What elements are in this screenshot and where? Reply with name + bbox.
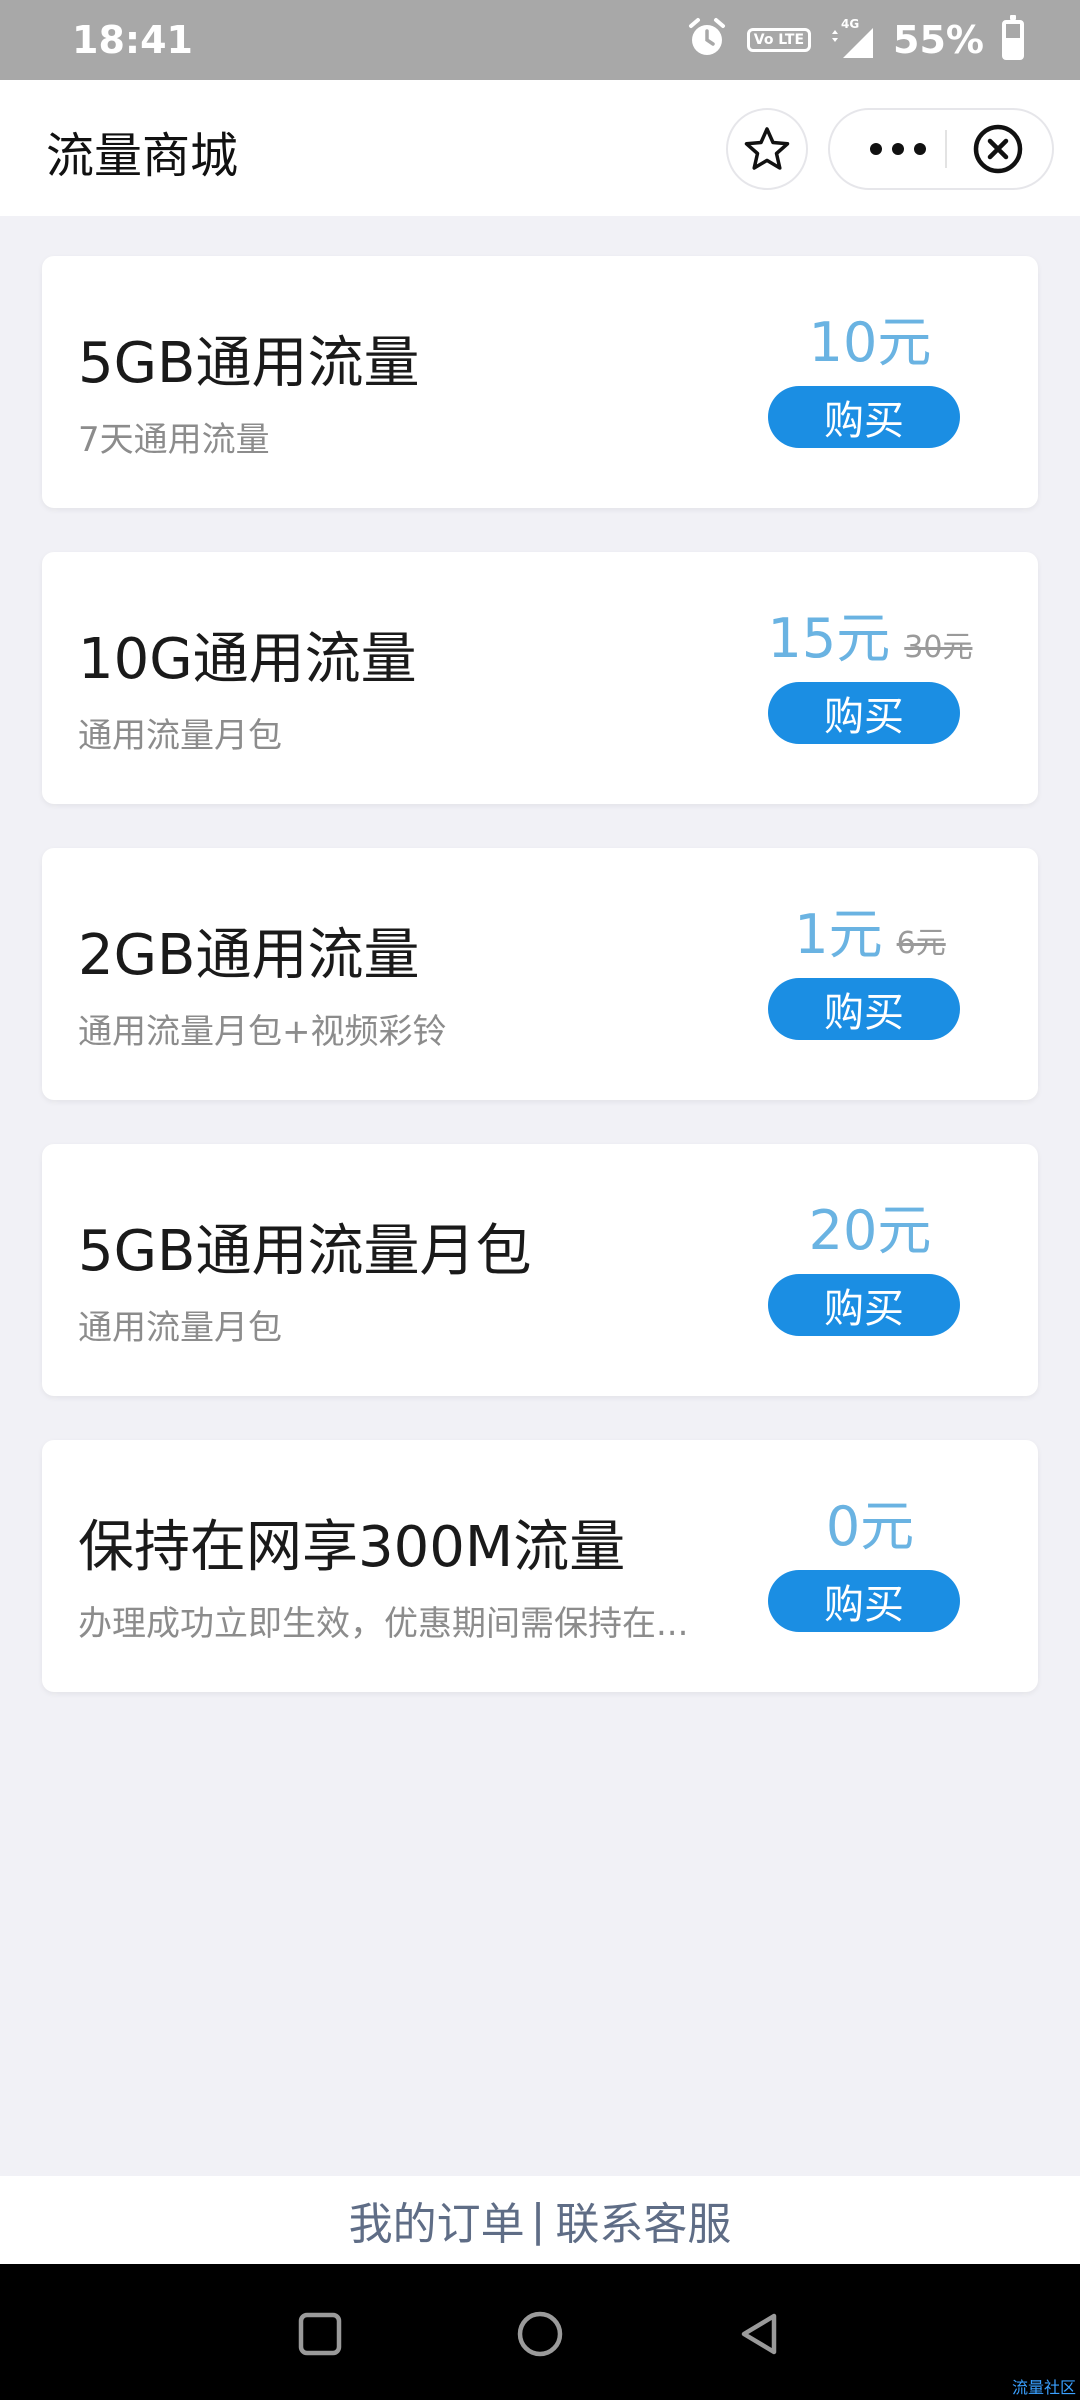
status-time: 18:41 — [72, 18, 193, 62]
buy-button[interactable]: 购买 — [768, 1274, 960, 1336]
product-list: 5GB通用流量 7天通用流量 10元 购买 10G通用流量 通用流量月包 15元… — [42, 256, 1038, 1736]
more-button[interactable] — [850, 110, 946, 188]
header: 流量商城 — [0, 80, 1080, 216]
battery-percent: 55% — [893, 18, 984, 62]
product-name: 2GB通用流量 — [78, 923, 420, 988]
price-area: 15元 30元 — [730, 594, 1010, 673]
footer-links: 我的订单 | 联系客服 — [0, 2176, 1080, 2264]
volte-icon: Vo LTE — [746, 28, 812, 52]
original-price: 6元 — [896, 926, 946, 961]
product-price: 15元 — [767, 607, 891, 670]
product-price: 0元 — [825, 1495, 915, 1558]
original-price: 30元 — [904, 630, 973, 665]
back-button[interactable] — [730, 2304, 790, 2364]
price-area: 1元 6元 — [730, 890, 1010, 969]
home-button[interactable] — [510, 2304, 570, 2364]
my-orders-link[interactable]: 我的订单 — [349, 2188, 525, 2252]
recent-apps-icon — [298, 2312, 342, 2356]
product-name: 5GB通用流量月包 — [78, 1219, 532, 1284]
price-area: 0元 — [730, 1482, 1010, 1561]
alarm-icon — [685, 16, 729, 64]
product-name: 保持在网享300M流量 — [78, 1515, 626, 1580]
product-card: 2GB通用流量 通用流量月包+视频彩铃 1元 6元 购买 — [42, 848, 1038, 1100]
signal-icon: 4G — [829, 16, 875, 64]
contact-service-link[interactable]: 联系客服 — [555, 2188, 731, 2252]
watermark: 流量社区 — [1011, 2378, 1076, 2397]
product-price: 1元 — [794, 903, 883, 966]
product-card: 10G通用流量 通用流量月包 15元 30元 购买 — [42, 552, 1038, 804]
product-description: 通用流量月包+视频彩铃 — [78, 1012, 447, 1052]
product-description: 通用流量月包 — [78, 1308, 282, 1348]
product-description: 7天通用流量 — [78, 420, 270, 460]
product-name: 5GB通用流量 — [78, 331, 420, 396]
home-icon — [517, 2311, 563, 2357]
favorite-button[interactable] — [726, 108, 808, 190]
buy-button[interactable]: 购买 — [768, 978, 960, 1040]
product-card: 保持在网享300M流量 办理成功立即生效，优惠期间需保持在... 0元 购买 — [42, 1440, 1038, 1692]
price-area: 10元 — [730, 298, 1010, 377]
recent-apps-button[interactable] — [290, 2304, 350, 2364]
buy-button[interactable]: 购买 — [768, 1570, 960, 1632]
back-icon — [741, 2313, 777, 2355]
product-card: 5GB通用流量月包 通用流量月包 20元 购买 — [42, 1144, 1038, 1396]
footer-separator: | — [530, 2194, 546, 2246]
product-card: 5GB通用流量 7天通用流量 10元 购买 — [42, 256, 1038, 508]
product-description: 办理成功立即生效，优惠期间需保持在... — [78, 1604, 689, 1644]
star-icon — [744, 127, 790, 170]
price-area: 20元 — [730, 1186, 1010, 1265]
mini-program-capsule — [828, 108, 1054, 190]
close-circle-icon — [973, 124, 1023, 174]
product-price: 10元 — [808, 311, 932, 374]
product-description: 通用流量月包 — [78, 716, 282, 756]
page-title: 流量商城 — [46, 128, 239, 184]
close-button[interactable] — [948, 110, 1048, 188]
product-price: 20元 — [808, 1199, 932, 1262]
capsule-divider — [945, 130, 947, 168]
system-nav-bar: 流量社区 — [0, 2264, 1080, 2400]
svg-text:4G: 4G — [841, 17, 859, 31]
status-bar: 18:41 Vo LTE 4G 55% — [0, 0, 1080, 80]
status-icons: Vo LTE 4G 55% — [685, 14, 1024, 66]
more-icon — [870, 143, 926, 155]
product-name: 10G通用流量 — [78, 627, 417, 692]
buy-button[interactable]: 购买 — [768, 682, 960, 744]
battery-icon — [1002, 15, 1024, 60]
buy-button[interactable]: 购买 — [768, 386, 960, 448]
